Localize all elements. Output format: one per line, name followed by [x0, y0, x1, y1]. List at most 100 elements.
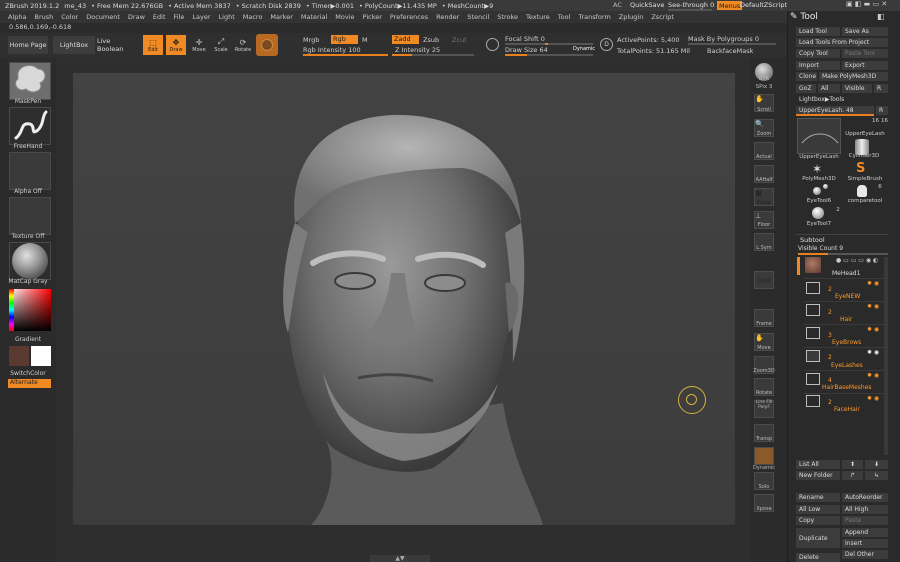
copy-subtool-button[interactable]: Copy: [796, 516, 840, 525]
panel-collapse-icon[interactable]: ◧: [877, 12, 885, 21]
import-button[interactable]: Import: [796, 61, 840, 70]
alpha-selector[interactable]: [9, 152, 51, 190]
subtool-name-0[interactable]: MeHead1: [832, 270, 860, 277]
menu-macro[interactable]: Macro: [243, 13, 263, 21]
dynamic-toggle[interactable]: Dynamic: [573, 46, 595, 52]
menu-draw[interactable]: Draw: [128, 13, 145, 21]
edit-button[interactable]: ⬚ Edit: [143, 35, 163, 55]
menu-marker[interactable]: Marker: [270, 13, 292, 21]
zadd-toggle[interactable]: Zadd: [392, 35, 419, 44]
menu-render[interactable]: Render: [436, 13, 459, 21]
export-button[interactable]: Export: [842, 61, 888, 70]
switchcolor-button[interactable]: SwitchColor: [6, 370, 50, 377]
texture-selector[interactable]: [9, 197, 51, 235]
copy-tool-button[interactable]: Copy Tool: [796, 49, 840, 58]
gradient-label[interactable]: Gradient: [6, 336, 50, 343]
window-controls[interactable]: ▣ ◧ ▬ ▭ ✕: [846, 0, 887, 8]
hue-strip[interactable]: [9, 289, 14, 331]
polymesh3d-icon[interactable]: ✶: [812, 162, 822, 176]
tool-thumb-label-2[interactable]: UpperEyeLash: [842, 131, 888, 137]
draw-size-slider[interactable]: Draw Size 64: [505, 46, 548, 54]
eyetool6-icon[interactable]: [813, 187, 821, 195]
subtool-name-6[interactable]: FaceHair: [834, 406, 860, 413]
menu-material[interactable]: Material: [301, 13, 327, 21]
rgb-intensity-slider[interactable]: Rgb Intensity 100: [303, 46, 361, 54]
ac-label[interactable]: AC: [613, 1, 622, 9]
subtool-scrollbar[interactable]: [884, 257, 888, 455]
goz-button[interactable]: GoZ: [796, 84, 816, 93]
dynamic-button[interactable]: [754, 447, 774, 465]
del-other-button[interactable]: Del Other: [842, 550, 888, 559]
lightbox-tools-button[interactable]: Lightbox▶Tools: [796, 95, 888, 104]
brush-selector[interactable]: [9, 62, 51, 100]
move-up-button[interactable]: ⬆: [842, 460, 863, 469]
menu-light[interactable]: Light: [219, 13, 235, 21]
default-zscript[interactable]: DefaultZScript: [740, 1, 787, 9]
subtool-6-eye-icon[interactable]: ✹ ◉: [867, 395, 879, 402]
menu-stroke[interactable]: Stroke: [497, 13, 518, 21]
subtool-4-eye-icon[interactable]: ✹ ◉: [867, 349, 879, 356]
menu-brush[interactable]: Brush: [34, 13, 53, 21]
secondary-color-swatch[interactable]: [31, 346, 51, 366]
subtool-name-1[interactable]: EyeNEW: [835, 293, 860, 300]
home-page-button[interactable]: Home Page: [8, 36, 48, 54]
move-out-folder-button[interactable]: ↳: [865, 471, 888, 480]
simplebrush-icon[interactable]: S: [856, 161, 865, 176]
mrgb-toggle[interactable]: Mrgb: [303, 36, 319, 44]
subtool-2-eye-icon[interactable]: ✹ ◉: [867, 303, 879, 310]
spix-slider[interactable]: SPix 3: [750, 84, 778, 90]
tool-panel-title[interactable]: ✎ Tool: [790, 12, 818, 22]
goz-visible-button[interactable]: Visible: [842, 84, 872, 93]
main-color-swatch[interactable]: [9, 346, 29, 366]
menu-file[interactable]: File: [174, 13, 185, 21]
menu-alpha[interactable]: Alpha: [8, 13, 26, 21]
delete-button[interactable]: Delete: [796, 553, 840, 562]
goz-r-button[interactable]: R: [874, 84, 888, 93]
subtool-1-eye-icon[interactable]: ✹ ◉: [867, 280, 879, 287]
move-down-button[interactable]: ⬇: [865, 460, 888, 469]
paste-subtool-button[interactable]: Paste: [842, 516, 888, 525]
menu-edit[interactable]: Edit: [153, 13, 166, 21]
document-canvas[interactable]: [73, 73, 735, 525]
menu-tool[interactable]: Tool: [558, 13, 571, 21]
menu-document[interactable]: Document: [86, 13, 120, 21]
load-tool-button[interactable]: Load Tool: [796, 27, 840, 36]
m-toggle[interactable]: M: [362, 36, 368, 44]
menu-picker[interactable]: Picker: [363, 13, 382, 21]
menu-preferences[interactable]: Preferences: [390, 13, 428, 21]
scale-button[interactable]: ⤢ Scale: [211, 35, 231, 55]
subtool-mehead-controls[interactable]: ● ▭ ▭ ▭ ◉ ◐: [836, 257, 878, 264]
mask-by-polygroups-slider[interactable]: Mask By Polygroups 0: [688, 35, 759, 43]
menu-movie[interactable]: Movie: [335, 13, 354, 21]
focal-shift-slider[interactable]: Focal Shift 0: [505, 35, 545, 43]
subtool-thumb-mehead[interactable]: [805, 257, 821, 273]
make-polymesh3d-button[interactable]: Make PolyMesh3D: [819, 72, 888, 81]
tool-thumb-uppereyelash-large[interactable]: [797, 118, 841, 154]
color-picker-square[interactable]: [9, 289, 51, 331]
insert-button[interactable]: Insert: [842, 539, 888, 548]
menu-zscript[interactable]: Zscript: [651, 13, 674, 21]
menu-stencil[interactable]: Stencil: [467, 13, 489, 21]
new-folder-button[interactable]: New Folder: [796, 471, 840, 480]
lazy-mouse-icon[interactable]: [486, 38, 499, 51]
subtool-3-eye-icon[interactable]: ✹ ◉: [867, 326, 879, 333]
menus-button[interactable]: Menus: [717, 1, 743, 10]
backface-mask-toggle[interactable]: BackfaceMask: [707, 47, 753, 55]
menu-transform[interactable]: Transform: [578, 13, 610, 21]
paste-tool-button[interactable]: Paste Tool: [842, 49, 888, 58]
load-tools-from-project-button[interactable]: Load Tools From Project: [796, 38, 888, 47]
brush-preview[interactable]: [256, 34, 278, 56]
all-high-button[interactable]: All High: [842, 505, 888, 514]
autoreorder-button[interactable]: AutoReorder: [842, 493, 888, 502]
quicksave-button[interactable]: QuickSave: [630, 1, 664, 9]
move-button[interactable]: ✛ Move: [189, 35, 209, 55]
eyetool7-icon[interactable]: [812, 207, 824, 219]
clone-button[interactable]: Clone: [796, 72, 817, 81]
draw-button[interactable]: ✥ Draw: [166, 35, 186, 55]
subtool-name-4[interactable]: EyeLashes: [831, 362, 863, 369]
subtool-name-3[interactable]: EyeBrows: [832, 339, 861, 346]
list-all-button[interactable]: List All: [796, 460, 840, 469]
subtool-5-eye-icon[interactable]: ✹ ◉: [867, 372, 879, 379]
comparetool-icon[interactable]: [857, 185, 867, 197]
menu-texture[interactable]: Texture: [526, 13, 550, 21]
